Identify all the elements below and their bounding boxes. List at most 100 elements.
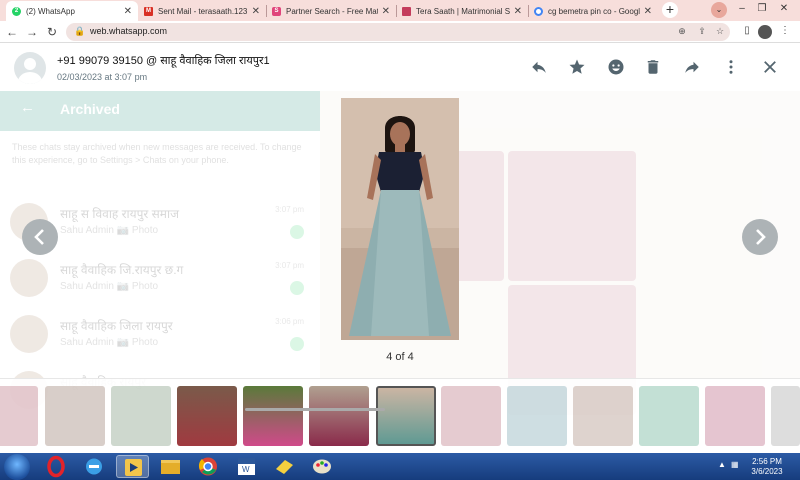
thumbnail[interactable] xyxy=(111,386,171,446)
list-item: साहू वैवाहिक जिला रायपुर 3:06 pm Sahu Ad… xyxy=(0,307,320,363)
chevron-right-icon xyxy=(756,229,766,245)
file-explorer-icon[interactable] xyxy=(154,455,187,478)
new-tab-button[interactable]: + xyxy=(662,2,678,18)
screen: 2 (2) WhatsApp ✕ M Sent Mail - terasaath… xyxy=(0,0,800,480)
tab-label: Sent Mail - terasaath.123@ xyxy=(158,6,248,16)
close-icon[interactable] xyxy=(761,58,779,76)
chat-preview: Sahu Admin 📷 Photo xyxy=(60,337,159,348)
unread-badge xyxy=(290,281,304,295)
tab-whatsapp[interactable]: 2 (2) WhatsApp ✕ xyxy=(6,1,138,21)
tray-expand-icon[interactable]: ▲ xyxy=(718,460,726,469)
bookmark-star-icon[interactable]: ☆ xyxy=(714,26,726,38)
sticky-notes-icon[interactable] xyxy=(268,455,301,478)
url-text: web.whatsapp.com xyxy=(90,26,168,36)
reply-icon[interactable] xyxy=(530,58,548,76)
paint-icon[interactable] xyxy=(306,455,339,478)
svg-text:W: W xyxy=(242,465,250,474)
thumbnail[interactable] xyxy=(243,386,303,446)
network-icon[interactable]: ▦ xyxy=(731,460,739,469)
close-icon[interactable]: ✕ xyxy=(124,6,132,17)
delete-icon[interactable] xyxy=(644,58,662,76)
tab-google[interactable]: cg bemetra pin co - Googl ✕ xyxy=(528,1,658,21)
chat-time: 3:07 pm xyxy=(275,261,304,270)
chat-preview: Sahu Admin 📷 Photo xyxy=(60,225,159,236)
address-bar[interactable]: 🔒 web.whatsapp.com ⊕ ⇪ ☆ xyxy=(66,23,730,41)
tab-terasaath[interactable]: Tera Saath | Matrimonial Sit ✕ xyxy=(396,1,528,21)
thumbnail[interactable] xyxy=(705,386,765,446)
side-panel-icon[interactable]: ▯ xyxy=(740,25,754,39)
share-icon[interactable]: ⇪ xyxy=(696,26,708,38)
thumbnail[interactable] xyxy=(573,386,633,446)
tab-search-icon[interactable]: ⌄ xyxy=(711,2,727,18)
thumbnail[interactable] xyxy=(507,386,567,446)
woman-photo-image xyxy=(341,98,459,340)
media-counter: 4 of 4 xyxy=(386,351,414,363)
clock-date: 3/6/2023 xyxy=(751,467,783,476)
gmail-icon: M xyxy=(144,6,153,16)
terasaath-icon xyxy=(402,6,411,16)
menu-icon[interactable] xyxy=(722,58,740,76)
browser-menu-icon[interactable]: ⋮ xyxy=(778,25,792,39)
media-tile xyxy=(508,151,636,281)
start-button[interactable] xyxy=(4,454,30,480)
message-timestamp: 02/03/2023 at 3:07 pm xyxy=(57,72,148,82)
forward-icon[interactable] xyxy=(683,58,701,76)
thumbnail-strip xyxy=(0,378,800,453)
chat-name: साहू स विवाह रायपुर समाज xyxy=(60,207,179,221)
media-player-icon[interactable] xyxy=(116,455,149,478)
restore-icon[interactable]: ❐ xyxy=(754,1,770,17)
tab-label: Tera Saath | Matrimonial Sit xyxy=(416,6,510,16)
archived-header: ← Archived xyxy=(0,91,320,131)
clock-time: 2:56 PM xyxy=(752,457,782,466)
thumbnail[interactable] xyxy=(771,386,800,446)
unread-badge xyxy=(290,337,304,351)
thumbnail[interactable] xyxy=(441,386,501,446)
tab-partner-search[interactable]: S Partner Search - Free Matri ✕ xyxy=(266,1,396,21)
thumbnail-selected[interactable] xyxy=(376,386,436,446)
avatar-body xyxy=(18,72,42,84)
horizontal-scrollbar[interactable] xyxy=(245,408,385,411)
thumbnail[interactable] xyxy=(0,386,38,446)
emoji-icon[interactable] xyxy=(607,58,625,76)
window-close-icon[interactable]: ✕ xyxy=(776,1,792,17)
thumbnail[interactable] xyxy=(177,386,237,446)
back-icon[interactable]: ← xyxy=(4,24,20,40)
chrome-icon[interactable] xyxy=(192,455,225,478)
previous-button[interactable] xyxy=(22,219,58,255)
chat-time: 3:07 pm xyxy=(275,205,304,214)
zoom-icon[interactable]: ⊕ xyxy=(676,26,688,38)
windows-taskbar: W ▲ ▦ 2:56 PM 3/6/2023 xyxy=(0,453,800,480)
taskbar-clock[interactable]: 2:56 PM 3/6/2023 xyxy=(744,457,790,477)
avatar[interactable] xyxy=(14,52,46,84)
browser-tab-strip: 2 (2) WhatsApp ✕ M Sent Mail - terasaath… xyxy=(0,0,800,21)
lock-icon: 🔒 xyxy=(74,26,86,36)
close-icon[interactable]: ✕ xyxy=(382,6,390,17)
forward-nav-icon[interactable]: → xyxy=(24,24,40,40)
thumbnail[interactable] xyxy=(639,386,699,446)
tab-gmail[interactable]: M Sent Mail - terasaath.123@ ✕ xyxy=(138,1,266,21)
word-icon[interactable]: W xyxy=(230,455,263,478)
chat-preview: Sahu Admin 📷 Photo xyxy=(60,281,159,292)
reload-icon[interactable]: ↻ xyxy=(44,24,60,40)
main-photo xyxy=(341,98,459,340)
thumbnail[interactable] xyxy=(45,386,105,446)
back-arrow-icon: ← xyxy=(20,99,35,116)
close-icon[interactable]: ✕ xyxy=(514,6,522,17)
internet-explorer-icon[interactable] xyxy=(78,455,111,478)
next-button[interactable] xyxy=(742,219,778,255)
archived-note: These chats stay archived when new messa… xyxy=(12,142,302,165)
minimize-icon[interactable]: – xyxy=(734,1,750,17)
chat-name: साहू वैवाहिक जि.रायपुर छ.ग xyxy=(60,263,184,277)
browser-toolbar: ← → ↻ 🔒 web.whatsapp.com ⊕ ⇪ ☆ ▯ ⋮ xyxy=(0,21,800,43)
google-icon xyxy=(534,6,543,16)
whatsapp-icon: 2 xyxy=(12,6,21,16)
profile-avatar[interactable] xyxy=(758,25,772,39)
close-icon[interactable]: ✕ xyxy=(252,6,260,17)
opera-icon[interactable] xyxy=(40,455,73,478)
close-icon[interactable]: ✕ xyxy=(644,6,652,17)
avatar xyxy=(10,315,48,353)
thumbnail[interactable] xyxy=(309,386,369,446)
star-icon[interactable] xyxy=(568,58,586,76)
tab-label: Partner Search - Free Matri xyxy=(286,6,378,16)
viewer-header: +91 99079 39150 @ साहू वैवाहिक जिला रायप… xyxy=(0,43,800,91)
